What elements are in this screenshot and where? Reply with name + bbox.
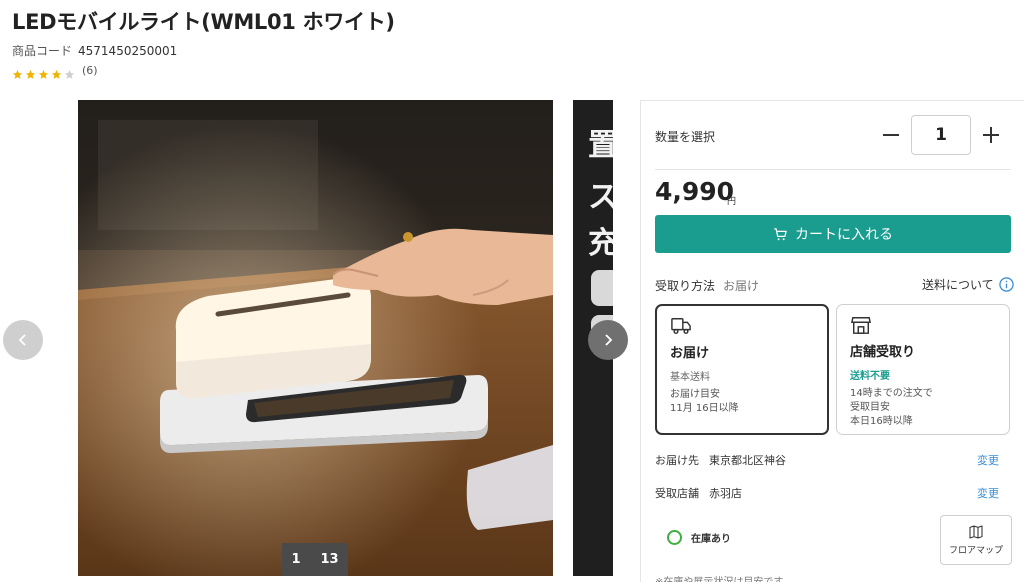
info-icon (998, 277, 1014, 292)
product-code-label: 商品コード (12, 44, 73, 58)
quantity-decrease-button[interactable] (877, 121, 905, 149)
destination-label: お届け先 (655, 454, 699, 467)
map-icon (969, 525, 983, 539)
store-icon (851, 317, 871, 334)
rating[interactable]: (6) (12, 64, 98, 79)
floor-map-button[interactable]: フロアマップ (940, 515, 1012, 565)
gallery-next-button[interactable] (588, 320, 628, 360)
change-store-link[interactable]: 変更 (977, 485, 999, 501)
star-icon (38, 65, 49, 79)
store-option-fee: 送料不要 (850, 371, 890, 382)
star-icon (25, 65, 36, 79)
delivery-option-eta: お届け目安 11月 16日以降 (670, 388, 820, 416)
truck-icon (671, 318, 691, 334)
add-to-cart-label: カートに入れる (795, 227, 893, 243)
chevron-left-icon (18, 334, 26, 346)
product-gallery[interactable]: 置 ス 充 (78, 100, 613, 576)
eta-condition: 14時までの注文で (850, 388, 933, 399)
star-empty-icon (64, 65, 75, 79)
stock-status: 在庫あり (667, 530, 731, 545)
review-count[interactable]: (6) (82, 64, 98, 77)
cart-icon (774, 227, 787, 240)
stock-label: 在庫あり (691, 534, 731, 545)
product-title: LEDモバイルライト(WML01 ホワイト) (12, 10, 395, 34)
quantity-increase-button[interactable] (977, 121, 1005, 149)
delivery-option-fee: 基本送料 (670, 372, 710, 383)
add-to-cart-button[interactable]: カートに入れる (655, 215, 1011, 253)
floor-map-label: フロアマップ (948, 546, 1003, 556)
minus-icon (883, 134, 899, 136)
product-photo[interactable] (78, 100, 553, 576)
delivery-option-card[interactable]: お届け 基本送料 お届け目安 11月 16日以降 (655, 304, 829, 435)
delivery-option-title: お届け (670, 346, 710, 361)
shipping-info-label: 送料について (922, 278, 994, 292)
store-pickup-option-card[interactable]: 店舗受取り 送料不要 14時までの注文で 受取目安 本日16時以降 (836, 304, 1010, 435)
peek-char: 置 (588, 128, 613, 163)
stock-footnote: ※在庫や展示状況は目安です (655, 573, 783, 582)
eta-date: 本日16時以降 (850, 416, 913, 427)
quantity-label: 数量を選択 (655, 130, 716, 144)
preview-shape (591, 270, 613, 306)
receive-method-value: お届け (723, 279, 760, 293)
store-option-title: 店舗受取り (850, 345, 916, 360)
in-stock-icon (667, 530, 682, 545)
product-code-row: 商品コード 4571450250001 (12, 42, 177, 59)
eta-date: 11月 16日以降 (670, 403, 739, 414)
pickup-store-label: 受取店舗 (655, 487, 699, 500)
gallery-counter: 1 13 (282, 543, 348, 576)
peek-char: 充 (588, 226, 613, 261)
change-destination-link[interactable]: 変更 (977, 452, 999, 468)
eta-label: 受取目安 (850, 402, 890, 413)
quantity-input[interactable]: 1 (911, 115, 971, 155)
divider (655, 169, 1011, 170)
star-icon (51, 65, 62, 79)
receive-method-label: 受取り方法 (655, 279, 716, 293)
gallery-total: 13 (320, 552, 339, 567)
pickup-store-value: 赤羽店 (709, 487, 742, 500)
star-icon (12, 65, 23, 79)
purchase-panel: 数量を選択 1 4,990 円 カートに入れる 受取り方法 お届け 送料について… (640, 100, 1024, 582)
peek-char: ス (588, 180, 613, 215)
product-code-value: 4571450250001 (78, 44, 178, 58)
destination-value: 東京都北区神谷 (709, 454, 786, 467)
eta-label: お届け目安 (670, 389, 720, 400)
gallery-current-index: 1 (291, 552, 301, 567)
store-option-eta: 14時までの注文で 受取目安 本日16時以降 (850, 387, 1000, 429)
shipping-info-link[interactable]: 送料について (922, 276, 1014, 293)
currency-unit: 円 (727, 197, 737, 207)
plus-icon (983, 127, 999, 143)
gallery-prev-button[interactable] (3, 320, 43, 360)
lamp-photo-illustration (78, 100, 553, 576)
chevron-right-icon (605, 334, 613, 346)
price: 4,990 (655, 177, 735, 206)
